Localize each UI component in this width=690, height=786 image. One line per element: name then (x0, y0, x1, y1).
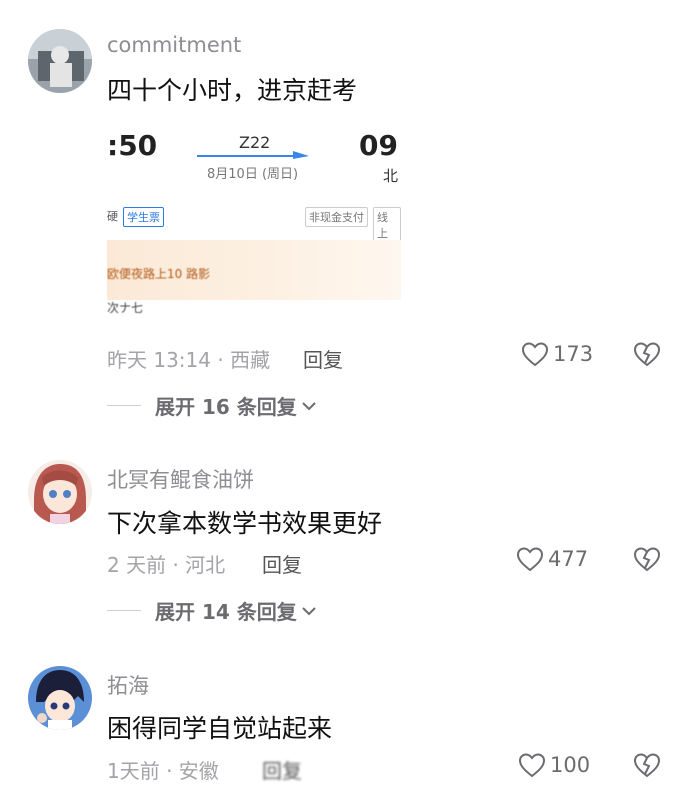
banner-text: 欧便夜路上10 路影 (107, 267, 211, 281)
reply-button[interactable]: 回复 (303, 344, 343, 373)
divider (107, 610, 141, 611)
expand-replies-button[interactable]: 展开 16 条回复 (107, 391, 317, 420)
seat-tag: 硬 (107, 210, 118, 223)
avatar[interactable] (28, 666, 92, 730)
route-arrow-icon (197, 151, 309, 159)
comment-text: 困得同学自觉站起来 (107, 714, 333, 743)
avatar[interactable] (28, 29, 92, 93)
expand-replies-button[interactable]: 展开 14 条回复 (107, 596, 317, 625)
train-number: Z22 (239, 133, 271, 152)
username[interactable]: 北冥有鲲食油饼 (107, 464, 254, 494)
comment-text: 四十个小时，进京赶考 (107, 76, 358, 105)
reply-button[interactable]: 回复 (262, 549, 302, 578)
online-tag: 线上 (373, 207, 401, 243)
arrive-city: 北 (383, 167, 399, 185)
broken-heart-icon[interactable] (633, 341, 661, 367)
broken-heart-icon[interactable] (633, 752, 661, 778)
travel-date: 8月10日 (周日) (207, 167, 299, 182)
like-count: 173 (553, 342, 594, 366)
expand-label: 展开 16 条回复 (155, 395, 297, 419)
comment-text: 下次拿本数学书效果更好 (107, 509, 383, 538)
reply-button[interactable]: 回复 (262, 755, 302, 784)
chevron-down-icon (302, 401, 316, 410)
payment-tag: 非现金支付 (305, 207, 368, 227)
like-count: 100 (550, 753, 591, 777)
chevron-down-icon (302, 606, 316, 615)
like-button[interactable]: 173 (521, 341, 593, 367)
broken-heart-icon[interactable] (633, 546, 661, 572)
comment-meta: 昨天 13:14 · 西藏 (107, 348, 271, 372)
like-button[interactable]: 477 (516, 546, 588, 572)
depart-time: :50 (107, 129, 158, 162)
heart-outline-icon (516, 547, 544, 572)
comment-list: commitment 四十个小时，进京赶考 :50 Z22 8月10日 (周日)… (0, 0, 690, 786)
username[interactable]: commitment (107, 33, 241, 57)
heart-outline-icon (521, 342, 549, 367)
student-ticket-tag: 学生票 (123, 207, 164, 227)
heart-outline-icon (518, 753, 546, 778)
username[interactable]: 拓海 (107, 670, 149, 700)
comment-meta: 1天前 · 安徽 (107, 759, 219, 783)
divider (107, 405, 141, 406)
like-count: 477 (548, 547, 589, 571)
ticket-image[interactable]: :50 Z22 8月10日 (周日) 09: 北 硬 学生票 非现金支付 线上 … (107, 115, 401, 338)
arrive-time: 09: (359, 129, 401, 162)
comment-meta: 2 天前 · 河北 (107, 553, 226, 577)
ticket-bottom-text: 次ナ七 (107, 301, 144, 315)
expand-label: 展开 14 条回复 (155, 600, 297, 624)
like-button[interactable]: 100 (518, 752, 590, 778)
avatar[interactable] (28, 460, 92, 524)
